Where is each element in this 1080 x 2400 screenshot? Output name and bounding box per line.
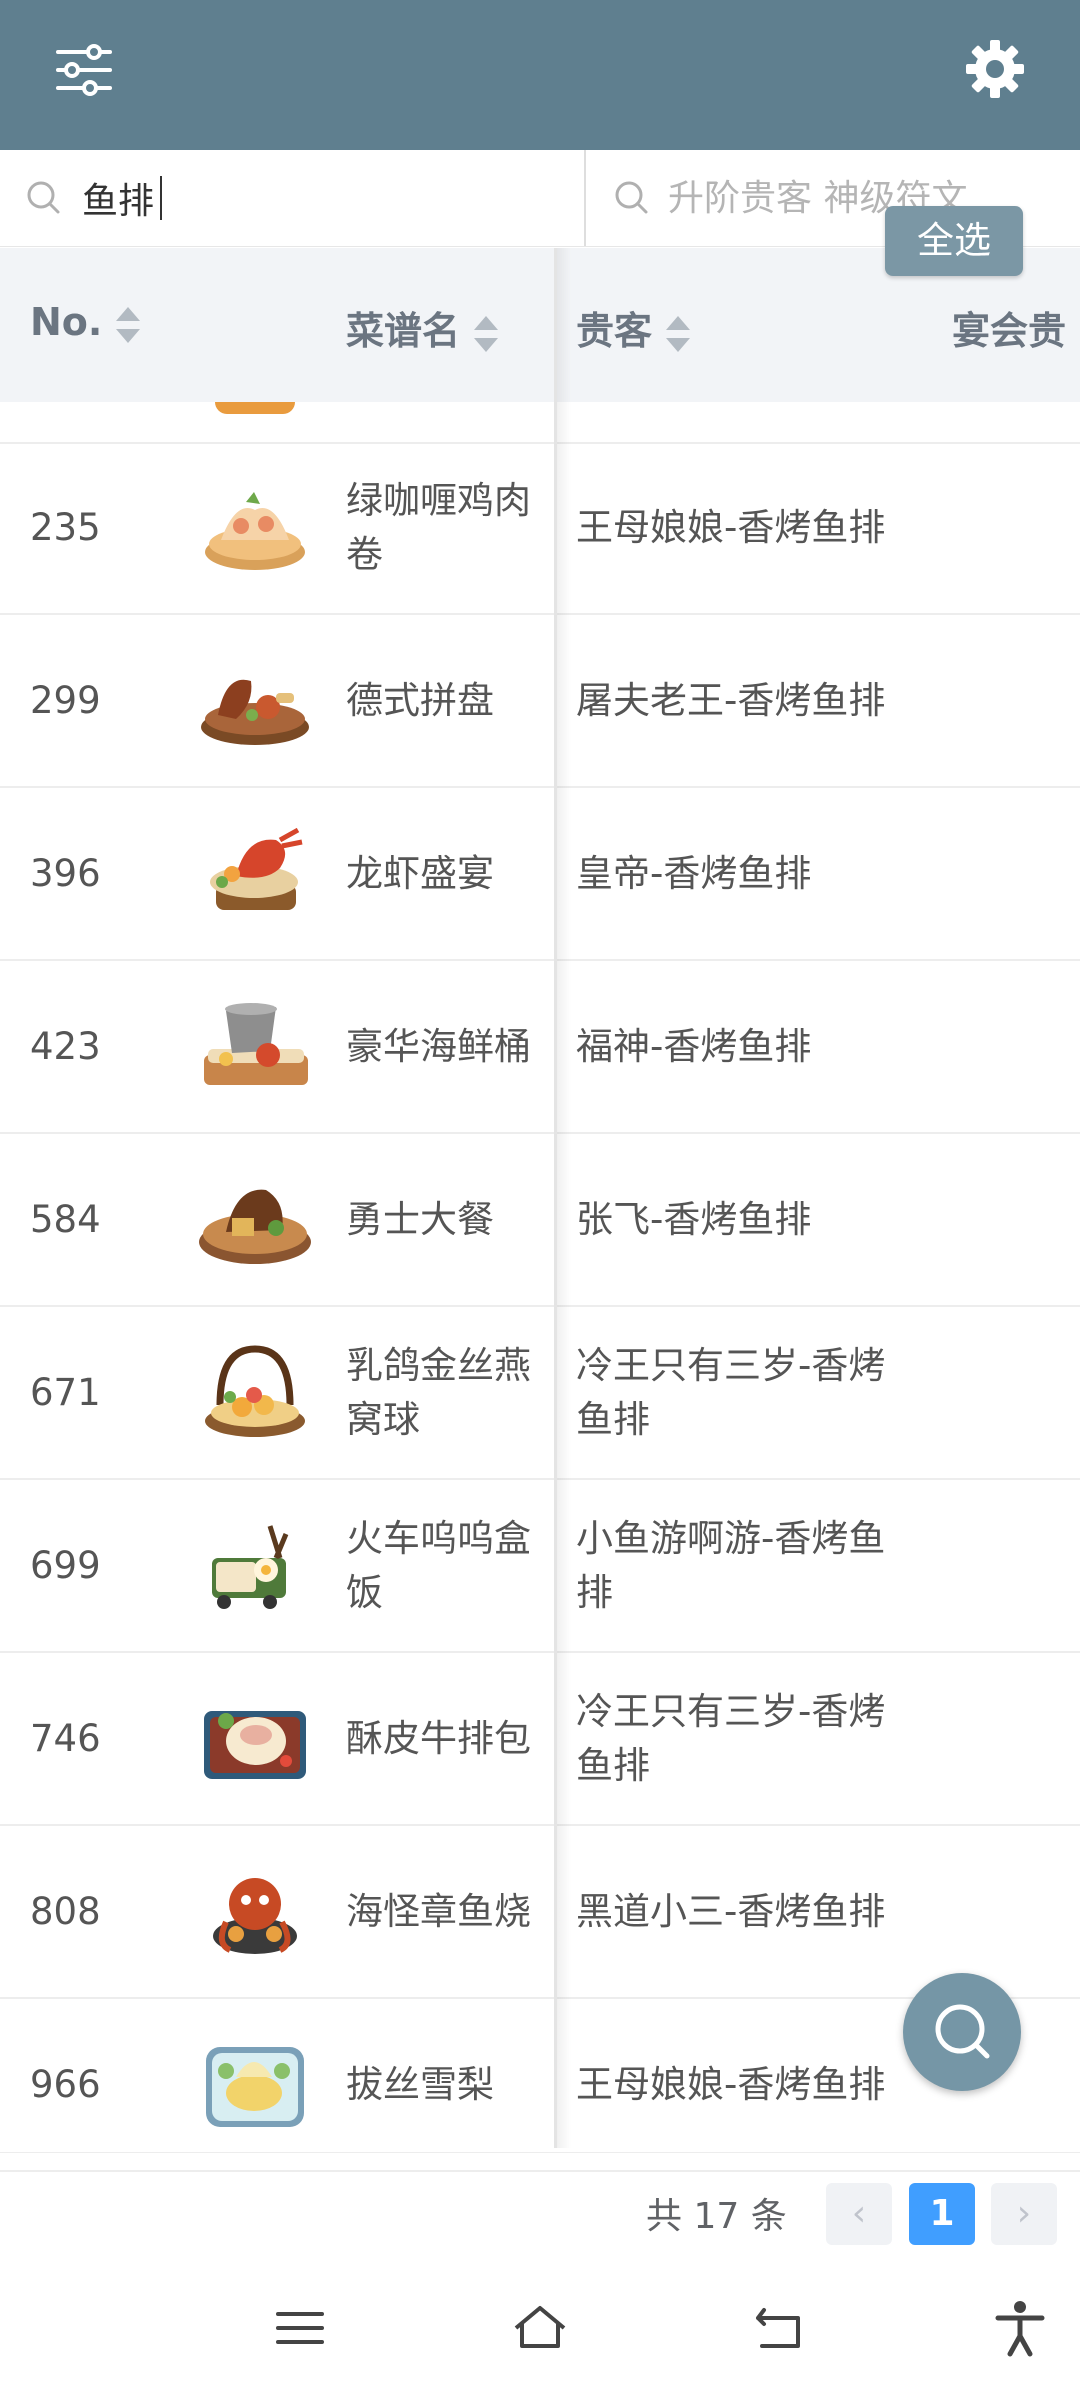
candied-pear-dish-icon xyxy=(206,2047,304,2127)
recipe-name: 绿咖喱鸡肉卷 xyxy=(346,478,531,576)
column-header-banquet-guest[interactable]: 宴会贵 xyxy=(952,300,1066,355)
column-header-dish-name[interactable]: 菜谱名 xyxy=(346,300,499,355)
recipe-number: 699 xyxy=(30,1544,101,1587)
column-header-no[interactable]: No. xyxy=(30,300,141,344)
pigeon-nest-ball-dish-icon xyxy=(205,1345,305,1437)
guest-info: 张飞-香烤鱼排 xyxy=(576,1197,812,1241)
guest-info: 福神-香烤鱼排 xyxy=(576,1024,812,1068)
pagination-bar: 共 17 条 ‹ 1 › xyxy=(0,2152,1080,2263)
dish-search-input[interactable] xyxy=(82,172,562,224)
guest-info: 皇帝-香烤鱼排 xyxy=(576,851,812,895)
steak-pastry-dish-icon xyxy=(204,1711,306,1779)
recipe-name: 龙虾盛宴 xyxy=(346,851,494,895)
recipe-name: 海怪章鱼烧 xyxy=(346,1889,531,1933)
recipe-name: 乳鸽金丝燕窝球 xyxy=(346,1343,531,1441)
guest-info: 冷王只有三岁-香烤鱼排 xyxy=(576,1689,886,1787)
recipe-name: 豪华海鲜桶 xyxy=(346,1024,531,1068)
app-header xyxy=(0,0,1080,150)
page-number-current[interactable]: 1 xyxy=(909,2183,975,2245)
dish-search-box xyxy=(0,150,586,246)
recipe-number: 396 xyxy=(30,852,101,895)
sort-icon[interactable] xyxy=(666,315,691,352)
recipe-number: 808 xyxy=(30,1890,101,1933)
column-header-guest[interactable]: 贵客 xyxy=(576,300,691,355)
table-row[interactable]: 423 豪华海鲜桶 福神-香烤鱼排 xyxy=(0,961,1080,1134)
table-row[interactable]: 671 乳鸽金丝燕窝球 冷王只有三岁-香烤鱼排 xyxy=(0,1307,1080,1480)
column-header-label: 贵客 xyxy=(576,309,653,353)
table-row-partial xyxy=(0,402,1080,444)
recipe-number: 966 xyxy=(30,2063,101,2106)
octopus-ball-dish-icon xyxy=(213,1878,297,1954)
guest-info: 冷王只有三岁-香烤鱼排 xyxy=(576,1343,886,1441)
table-row[interactable]: 299 德式拼盘 屠夫老王-香烤鱼排 xyxy=(0,615,1080,788)
system-navigation-bar xyxy=(0,2262,1080,2400)
table-row[interactable]: 396 龙虾盛宴 皇帝-香烤鱼排 xyxy=(0,788,1080,961)
home-icon[interactable] xyxy=(510,2298,570,2358)
recipe-number: 746 xyxy=(30,1717,101,1760)
recipe-number: 423 xyxy=(30,1025,101,1068)
table-body: 235 绿咖喱鸡肉卷 王母娘娘-香烤鱼排 299 德式拼盘 屠夫老王-香烤鱼排 … xyxy=(0,442,1080,2172)
table-row[interactable]: 235 绿咖喱鸡肉卷 王母娘娘-香烤鱼排 xyxy=(0,442,1080,615)
guest-info: 屠夫老王-香烤鱼排 xyxy=(576,678,886,722)
back-icon[interactable] xyxy=(750,2298,810,2358)
guest-info: 王母娘娘-香烤鱼排 xyxy=(576,2062,886,2106)
train-bento-dish-icon xyxy=(212,1525,289,1609)
filter-sliders-icon[interactable] xyxy=(52,38,116,102)
search-icon xyxy=(935,2004,990,2059)
table-row[interactable]: 699 火车呜呜盒饭 小鱼游啊游-香烤鱼排 xyxy=(0,1480,1080,1653)
recipe-number: 671 xyxy=(30,1371,101,1414)
recipe-number: 299 xyxy=(30,679,101,722)
recipe-name: 酥皮牛排包 xyxy=(346,1716,531,1760)
search-icon xyxy=(615,181,648,214)
menu-recents-icon[interactable] xyxy=(270,2298,330,2358)
select-all-button[interactable]: 全选 xyxy=(885,206,1023,276)
recipe-number: 584 xyxy=(30,1198,101,1241)
recipe-name: 拔丝雪梨 xyxy=(346,2062,494,2106)
guest-info: 黑道小三-香烤鱼排 xyxy=(576,1889,886,1933)
column-header-label: No. xyxy=(30,300,103,344)
total-count: 共 17 条 xyxy=(646,2196,787,2237)
guest-info: 小鱼游啊游-香烤鱼排 xyxy=(576,1516,886,1614)
recipe-number: 235 xyxy=(30,506,101,549)
column-header-label: 菜谱名 xyxy=(346,309,461,353)
seafood-bucket-dish-icon xyxy=(204,1003,308,1085)
text-cursor xyxy=(160,176,162,220)
sort-icon[interactable] xyxy=(474,315,499,352)
german-platter-dish-icon xyxy=(201,679,309,745)
recipe-name: 火车呜呜盒饭 xyxy=(346,1516,531,1614)
table-row[interactable]: 584 勇士大餐 张飞-香烤鱼排 xyxy=(0,1134,1080,1307)
accessibility-icon[interactable] xyxy=(990,2298,1050,2358)
table-row[interactable]: 746 酥皮牛排包 冷王只有三岁-香烤鱼排 xyxy=(0,1653,1080,1826)
prev-page-button[interactable]: ‹ xyxy=(826,2183,892,2245)
floating-search-button[interactable] xyxy=(903,1973,1021,2091)
green-curry-chicken-roll-dish-icon xyxy=(205,492,305,570)
sort-icon[interactable] xyxy=(116,306,141,343)
warrior-meal-dish-icon xyxy=(199,1189,311,1264)
guest-info: 王母娘娘-香烤鱼排 xyxy=(576,505,886,549)
search-icon xyxy=(27,181,60,214)
settings-gear-icon[interactable] xyxy=(962,36,1028,102)
frozen-column-shadow xyxy=(557,248,571,2148)
recipe-name: 勇士大餐 xyxy=(346,1197,494,1241)
column-header-label: 宴会贵 xyxy=(952,309,1067,353)
recipe-name: 德式拼盘 xyxy=(346,678,494,722)
lobster-feast-dish-icon xyxy=(210,827,303,910)
next-page-button[interactable]: › xyxy=(991,2183,1057,2245)
dish-image-partial xyxy=(215,402,295,414)
